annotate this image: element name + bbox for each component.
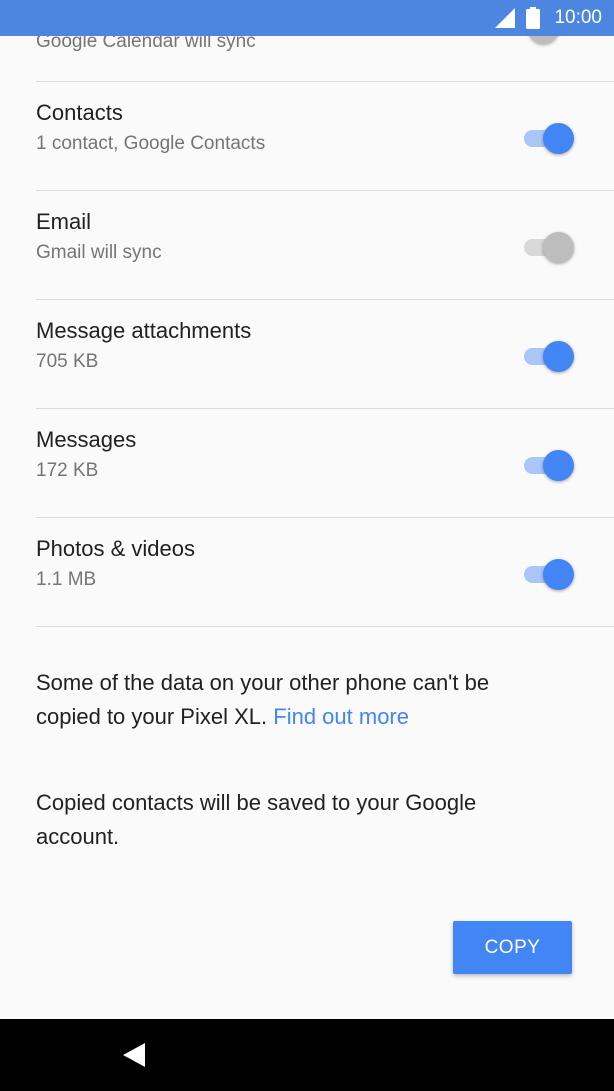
contacts-notice: Copied contacts will be saved to your Go… [36, 790, 477, 849]
email-subtitle: Gmail will sync [36, 242, 162, 263]
message-attachments-title: Message attachments [36, 318, 252, 343]
photos-videos-toggle[interactable] [522, 559, 574, 590]
status-time: 10:00 [554, 7, 602, 28]
toggle-thumb [543, 341, 574, 372]
email-title: Email [36, 209, 92, 234]
status-bar: 10:00 [0, 0, 614, 36]
message-attachments-subtitle: 705 KB [36, 351, 99, 372]
list-item-photos-videos[interactable]: Photos & videos 1.1 MB [0, 518, 614, 627]
contacts-title: Contacts [36, 100, 123, 125]
contacts-subtitle: 1 contact, Google Contacts [36, 133, 266, 154]
list-item-contacts[interactable]: Contacts 1 contact, Google Contacts [0, 82, 614, 191]
contacts-toggle[interactable] [522, 123, 574, 154]
find-out-more-link[interactable]: Find out more [273, 704, 409, 729]
photos-videos-title: Photos & videos [36, 536, 195, 561]
list-item-email[interactable]: Email Gmail will sync [0, 191, 614, 300]
email-toggle[interactable] [522, 232, 574, 263]
navigation-bar [0, 1019, 614, 1091]
message-attachments-toggle[interactable] [522, 341, 574, 372]
list-item-messages[interactable]: Messages 172 KB [0, 409, 614, 518]
toggle-thumb [543, 450, 574, 481]
messages-toggle[interactable] [522, 450, 574, 481]
messages-title: Messages [36, 427, 137, 452]
list-item-message-attachments[interactable]: Message attachments 705 KB [0, 300, 614, 409]
copy-notice: Some of the data on your other phone can… [36, 666, 556, 734]
copy-button[interactable]: COPY [453, 921, 572, 974]
signal-icon [495, 8, 516, 28]
toggle-thumb [543, 123, 574, 154]
sync-settings-list: Google Calendar will sync Contacts 1 con… [0, 0, 614, 1019]
status-icons: 10:00 [494, 0, 602, 36]
photos-videos-subtitle: 1.1 MB [36, 569, 97, 590]
messages-subtitle: 172 KB [36, 460, 99, 481]
battery-icon [526, 7, 541, 29]
back-icon[interactable] [121, 1041, 147, 1069]
toggle-thumb [543, 559, 574, 590]
copy-notice-text: Some of the data on your other phone can… [36, 670, 490, 729]
divider [36, 626, 614, 627]
toggle-thumb [543, 232, 574, 263]
